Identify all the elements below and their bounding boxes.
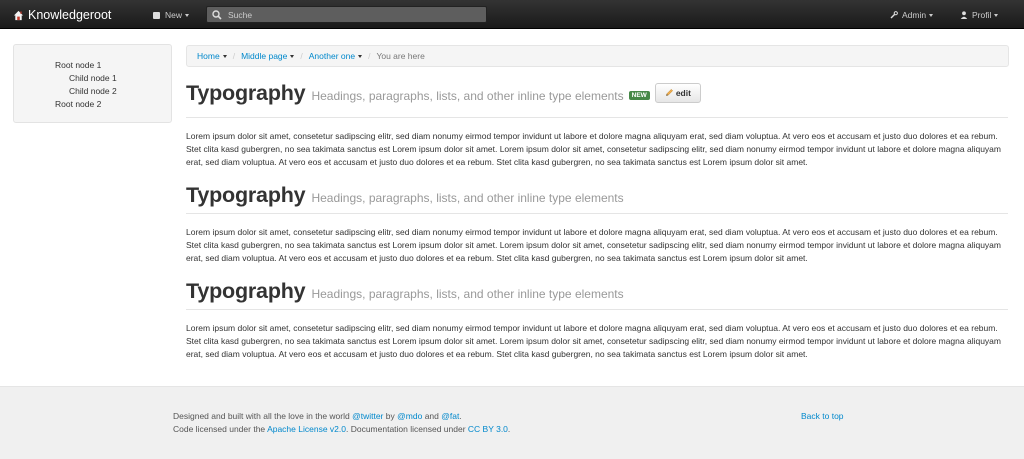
user-icon — [960, 11, 968, 19]
brand-label: Knowledgeroot — [28, 8, 112, 22]
edit-button[interactable]: edit — [654, 82, 701, 103]
mdo-link[interactable]: @mdo — [397, 411, 422, 421]
breadcrumb-label: Middle page — [241, 51, 288, 61]
section-subtitle: Headings, paragraphs, lists, and other i… — [311, 191, 624, 205]
search-input[interactable] — [228, 9, 468, 20]
breadcrumb-separator: / — [368, 51, 371, 61]
tree-node[interactable]: Child node 2 — [69, 86, 117, 96]
tree-node[interactable]: Child node 1 — [69, 73, 117, 83]
section-heading: Typography Headings, paragraphs, lists, … — [186, 279, 624, 304]
caret-down-icon — [185, 13, 190, 17]
breadcrumb-separator: / — [300, 51, 303, 61]
footer-credits: Designed and built with all the love in … — [173, 411, 462, 421]
apache-license-link[interactable]: Apache License v2.0 — [267, 424, 346, 434]
footer-text: and — [424, 411, 439, 421]
top-navbar: Knowledgeroot New Admin Profil — [0, 0, 1024, 29]
caret-down-icon — [290, 54, 295, 58]
document-icon — [153, 11, 160, 19]
footer-text: . — [507, 424, 511, 434]
section-title: Typography — [186, 183, 306, 207]
breadcrumb-label: Another one — [308, 51, 356, 61]
breadcrumb-current: You are here — [376, 51, 425, 61]
search-icon — [212, 9, 222, 20]
section-paragraph: Lorem ipsum dolor sit amet, consetetur s… — [186, 131, 1001, 167]
caret-down-icon — [358, 54, 363, 58]
section-paragraph: Lorem ipsum dolor sit amet, consetetur s… — [186, 323, 1001, 359]
caret-down-icon — [929, 13, 934, 17]
section-paragraph: Lorem ipsum dolor sit amet, consetetur s… — [186, 227, 1001, 263]
breadcrumb-another-one[interactable]: Another one — [308, 51, 363, 61]
caret-down-icon — [994, 13, 999, 17]
footer-text: . Documentation licensed under — [345, 424, 466, 434]
footer-text: Designed and built with all the love in … — [173, 411, 350, 421]
search-box — [206, 6, 487, 23]
edit-button-label: edit — [675, 87, 691, 98]
new-menu[interactable]: New — [153, 10, 190, 20]
breadcrumb-label: Home — [197, 51, 220, 61]
footer-text: Code licensed under the — [173, 424, 266, 434]
section-heading: Typography Headings, paragraphs, lists, … — [186, 183, 624, 208]
back-to-top-link[interactable]: Back to top — [801, 411, 844, 421]
new-badge: NEW — [628, 91, 650, 100]
footer-license: Code licensed under the Apache License v… — [173, 424, 510, 434]
admin-menu-label: Admin — [902, 10, 927, 20]
divider — [186, 309, 1008, 310]
breadcrumb-middle-page[interactable]: Middle page — [241, 51, 295, 61]
home-icon — [13, 10, 24, 20]
footer-text: . — [459, 411, 462, 421]
cc-by-link[interactable]: CC BY 3.0 — [468, 424, 508, 434]
profile-menu[interactable]: Profil — [960, 10, 999, 20]
section-heading: Typography Headings, paragraphs, lists, … — [186, 81, 701, 106]
admin-menu[interactable]: Admin — [890, 10, 934, 20]
brand-link[interactable]: Knowledgeroot — [13, 7, 111, 23]
breadcrumb: Home / Middle page / Another one / You a… — [186, 45, 1009, 67]
caret-down-icon — [222, 54, 227, 58]
pencil-icon — [665, 89, 673, 96]
section-title: Typography — [186, 279, 306, 303]
profile-menu-label: Profil — [972, 10, 992, 20]
section-subtitle: Headings, paragraphs, lists, and other i… — [311, 89, 624, 103]
breadcrumb-home[interactable]: Home — [197, 51, 227, 61]
wrench-icon — [890, 11, 898, 19]
section-title: Typography — [186, 81, 306, 105]
footer-text: by — [385, 411, 395, 421]
section-subtitle: Headings, paragraphs, lists, and other i… — [311, 287, 624, 301]
twitter-link[interactable]: @twitter — [352, 411, 383, 421]
page-tree: Root node 1 Child node 1 Child node 2 Ro… — [13, 44, 172, 123]
divider — [186, 213, 1008, 214]
tree-node[interactable]: Root node 2 — [55, 99, 101, 109]
breadcrumb-separator: / — [232, 51, 236, 61]
fat-link[interactable]: @fat — [441, 411, 459, 421]
tree-node[interactable]: Root node 1 — [55, 60, 101, 70]
divider — [186, 117, 1008, 118]
page-footer: Designed and built with all the love in … — [0, 386, 1024, 459]
new-menu-label: New — [165, 10, 183, 20]
